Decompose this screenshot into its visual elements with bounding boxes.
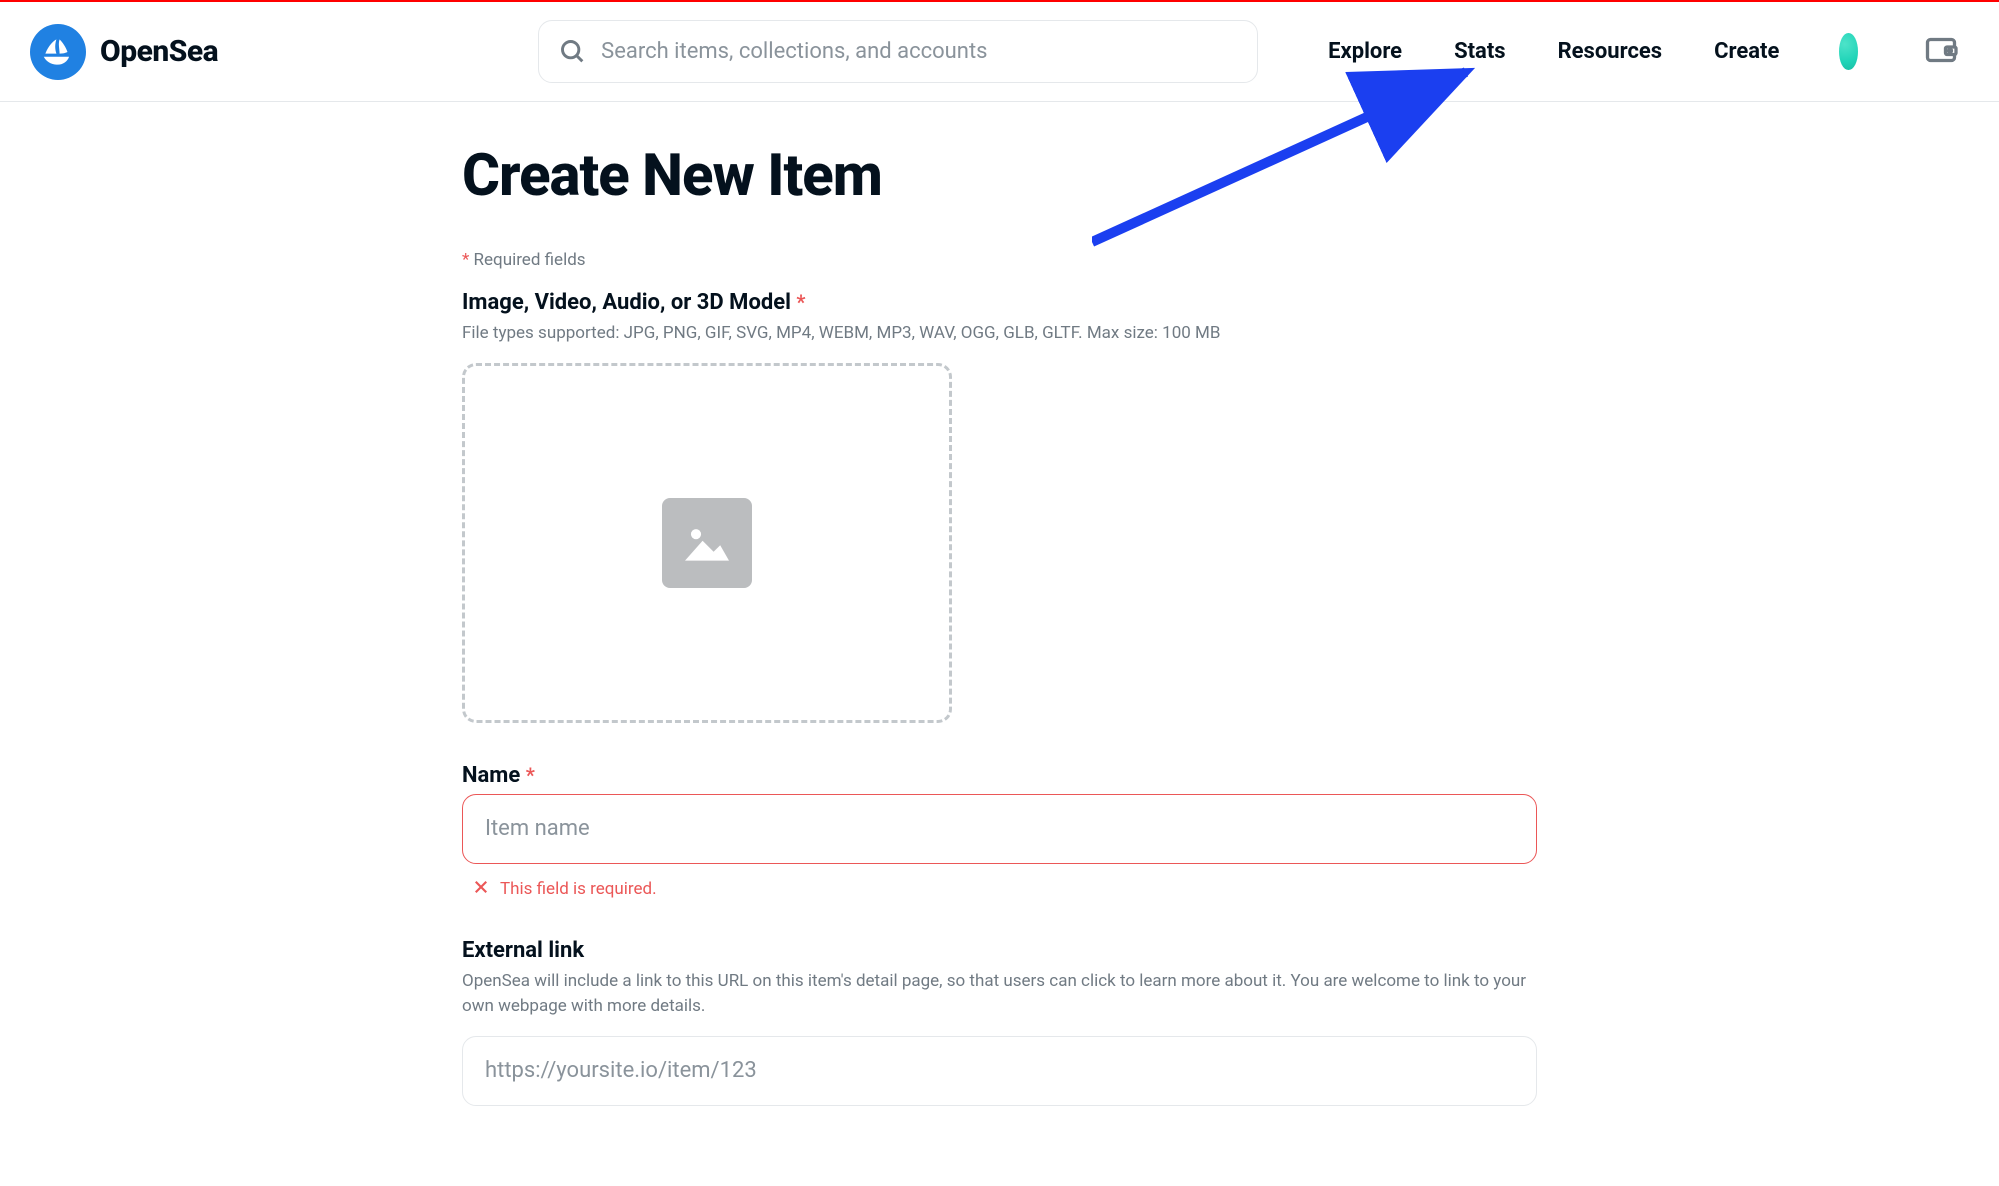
asterisk-icon: *	[462, 250, 469, 270]
logo[interactable]: OpenSea	[30, 24, 218, 80]
upload-label: Image, Video, Audio, or 3D Model *	[462, 290, 1537, 315]
upload-section: Image, Video, Audio, or 3D Model * File …	[462, 290, 1537, 723]
search-icon	[559, 38, 587, 66]
search-input[interactable]	[601, 39, 1237, 64]
asterisk-icon: *	[526, 763, 535, 787]
external-link-help: OpenSea will include a link to this URL …	[462, 969, 1537, 1020]
required-fields-note: * Required fields	[462, 250, 1537, 270]
external-link-input[interactable]	[462, 1036, 1537, 1106]
asterisk-icon: *	[796, 290, 805, 314]
main-content: Create New Item * Required fields Image,…	[462, 102, 1537, 1186]
required-fields-label: Required fields	[474, 250, 586, 270]
wallet-icon[interactable]	[1923, 32, 1959, 72]
name-section: Name * This field is required.	[462, 763, 1537, 900]
avatar[interactable]	[1839, 33, 1858, 70]
external-link-label: External link	[462, 938, 1537, 963]
name-input[interactable]	[462, 794, 1537, 864]
name-label: Name *	[462, 763, 1537, 788]
nav-resources[interactable]: Resources	[1558, 39, 1663, 64]
name-error: This field is required.	[462, 878, 1537, 900]
opensea-logo-icon	[30, 24, 86, 80]
error-x-icon	[472, 878, 490, 900]
nav-create[interactable]: Create	[1714, 39, 1779, 64]
name-error-text: This field is required.	[500, 879, 657, 899]
external-link-section: External link OpenSea will include a lin…	[462, 938, 1537, 1106]
nav-stats[interactable]: Stats	[1454, 39, 1506, 64]
search-box[interactable]	[538, 20, 1258, 83]
page-title: Create New Item	[462, 142, 1537, 210]
image-placeholder-icon	[662, 498, 752, 588]
upload-help: File types supported: JPG, PNG, GIF, SVG…	[462, 321, 1537, 347]
main-nav: Explore Stats Resources Create	[1328, 39, 1779, 64]
brand-name: OpenSea	[100, 34, 218, 69]
upload-dropzone[interactable]	[462, 363, 952, 723]
search-container	[538, 20, 1258, 83]
header: OpenSea Explore Stats Resources Create	[0, 2, 1999, 102]
nav-explore[interactable]: Explore	[1328, 39, 1402, 64]
